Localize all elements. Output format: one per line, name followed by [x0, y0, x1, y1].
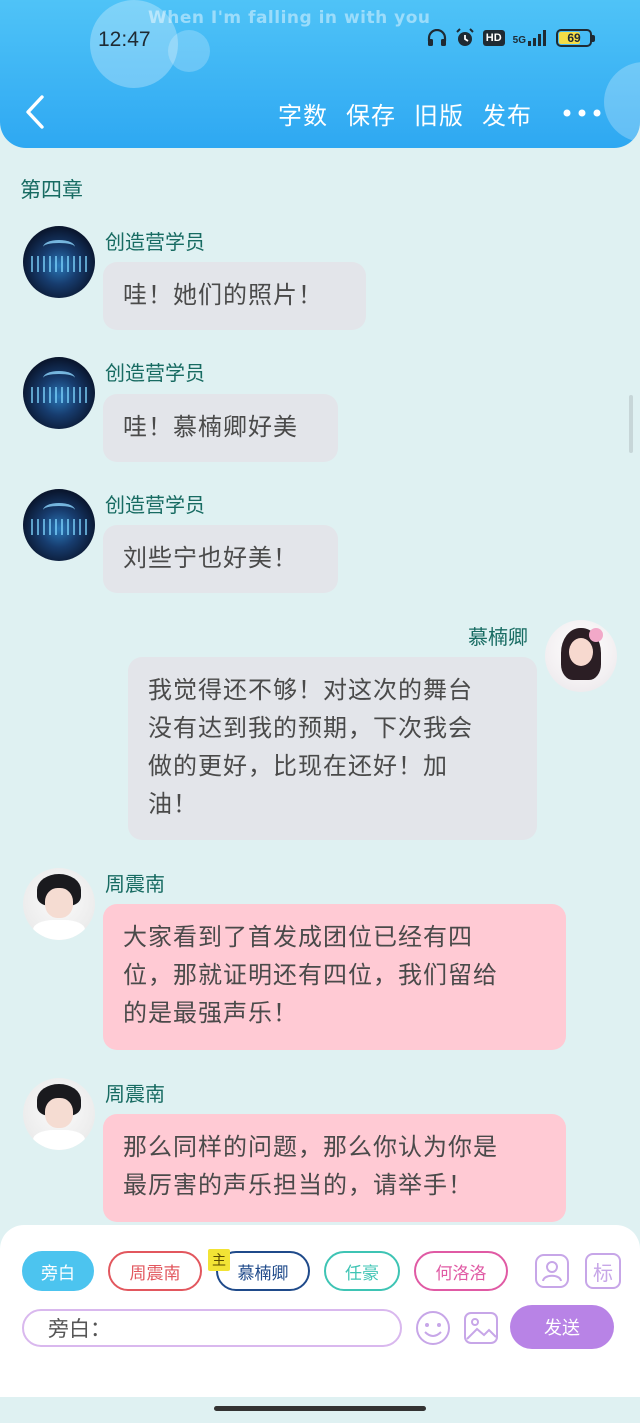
- main-role-tag: 主: [208, 1249, 230, 1271]
- avatar[interactable]: [23, 226, 95, 298]
- chevron-left-icon[interactable]: [22, 94, 50, 130]
- network-type: 5G: [512, 35, 526, 46]
- decor-bubble: [604, 62, 640, 142]
- message-line: 最厉害的声乐担当的，请举手！: [123, 1171, 473, 1199]
- avatar[interactable]: [23, 868, 95, 940]
- status-icons: HD 5G 69: [427, 28, 595, 48]
- app-header: When I'm falling in with you 12:47 HD 5G…: [0, 0, 640, 148]
- message-bubble[interactable]: 刘些宁也好美！: [103, 525, 338, 593]
- save-button[interactable]: 保存: [346, 96, 396, 131]
- home-indicator: [214, 1406, 426, 1411]
- send-button[interactable]: 发送: [510, 1305, 614, 1349]
- hd-badge: HD: [482, 30, 505, 46]
- role-chip[interactable]: 何洛洛: [414, 1251, 508, 1291]
- avatar[interactable]: [545, 620, 617, 692]
- message-line: 做的更好，比现在还好！加: [148, 752, 448, 780]
- word-count-button[interactable]: 字数: [278, 96, 328, 131]
- role-narration[interactable]: 旁白: [22, 1251, 94, 1291]
- sender-name: 创造营学员: [105, 230, 205, 254]
- emoji-icon[interactable]: [414, 1309, 452, 1347]
- sender-name: 周震南: [105, 1082, 165, 1106]
- message-line: 大家看到了首发成团位已经有四: [123, 923, 473, 951]
- avatar[interactable]: [23, 489, 95, 561]
- more-horizontal-icon[interactable]: [562, 108, 602, 118]
- tag-icon[interactable]: 标: [585, 1253, 621, 1289]
- sender-name: 慕楠卿: [468, 625, 528, 649]
- role-chip[interactable]: 慕楠卿: [216, 1251, 310, 1291]
- scrollbar[interactable]: [629, 395, 633, 453]
- alarm-icon: [456, 28, 474, 46]
- role-selector: 旁白 周震南 慕楠卿 主 任豪 何洛洛 标: [22, 1249, 622, 1291]
- message-line: 没有达到我的预期，下次我会: [148, 714, 473, 742]
- message-line: 的是最强声乐！: [123, 999, 298, 1027]
- message-line: 我觉得还不够！对这次的舞台: [148, 676, 473, 704]
- old-version-button[interactable]: 旧版: [414, 96, 464, 131]
- role-chip[interactable]: 任豪: [324, 1251, 400, 1291]
- chapter-title: 第四章: [20, 178, 83, 202]
- avatar[interactable]: [23, 1078, 95, 1150]
- headphones-icon: [427, 29, 446, 46]
- message-input[interactable]: 旁白：: [22, 1309, 402, 1347]
- sender-name: 创造营学员: [105, 493, 205, 517]
- lyric-text: When I'm falling in with you: [148, 8, 431, 28]
- message-bubble[interactable]: 大家看到了首发成团位已经有四 位，那就证明还有四位，我们留给 的是最强声乐！: [103, 904, 566, 1050]
- decor-bubble: [168, 30, 210, 72]
- user-card-icon[interactable]: [534, 1253, 570, 1289]
- publish-button[interactable]: 发布: [482, 96, 532, 131]
- sender-name: 创造营学员: [105, 361, 205, 385]
- composer-panel: 旁白 周震南 慕楠卿 主 任豪 何洛洛 标 旁白： 发送: [0, 1225, 640, 1397]
- avatar[interactable]: [23, 357, 95, 429]
- message-line: 油！: [148, 790, 198, 818]
- toolbar-actions: 字数 保存 旧版 发布: [278, 96, 532, 131]
- signal-bars-icon: [528, 30, 546, 46]
- battery-level: 69: [567, 31, 581, 45]
- message-bubble[interactable]: 我觉得还不够！对这次的舞台 没有达到我的预期，下次我会 做的更好，比现在还好！加…: [128, 657, 537, 840]
- message-line: 位，那就证明还有四位，我们留给: [123, 961, 498, 989]
- signal-block: 5G: [513, 30, 548, 46]
- message-line: 那么同样的问题，那么你认为你是: [123, 1133, 498, 1161]
- role-chip[interactable]: 周震南: [108, 1251, 202, 1291]
- message-bubble[interactable]: 哇！她们的照片！: [103, 262, 366, 330]
- image-icon[interactable]: [462, 1309, 500, 1347]
- message-bubble[interactable]: 那么同样的问题，那么你认为你是 最厉害的声乐担当的，请举手！: [103, 1114, 566, 1222]
- sender-name: 周震南: [105, 872, 165, 896]
- battery-indicator: 69: [556, 29, 595, 47]
- message-bubble[interactable]: 哇！慕楠卿好美: [103, 394, 338, 462]
- status-time: 12:47: [98, 28, 151, 51]
